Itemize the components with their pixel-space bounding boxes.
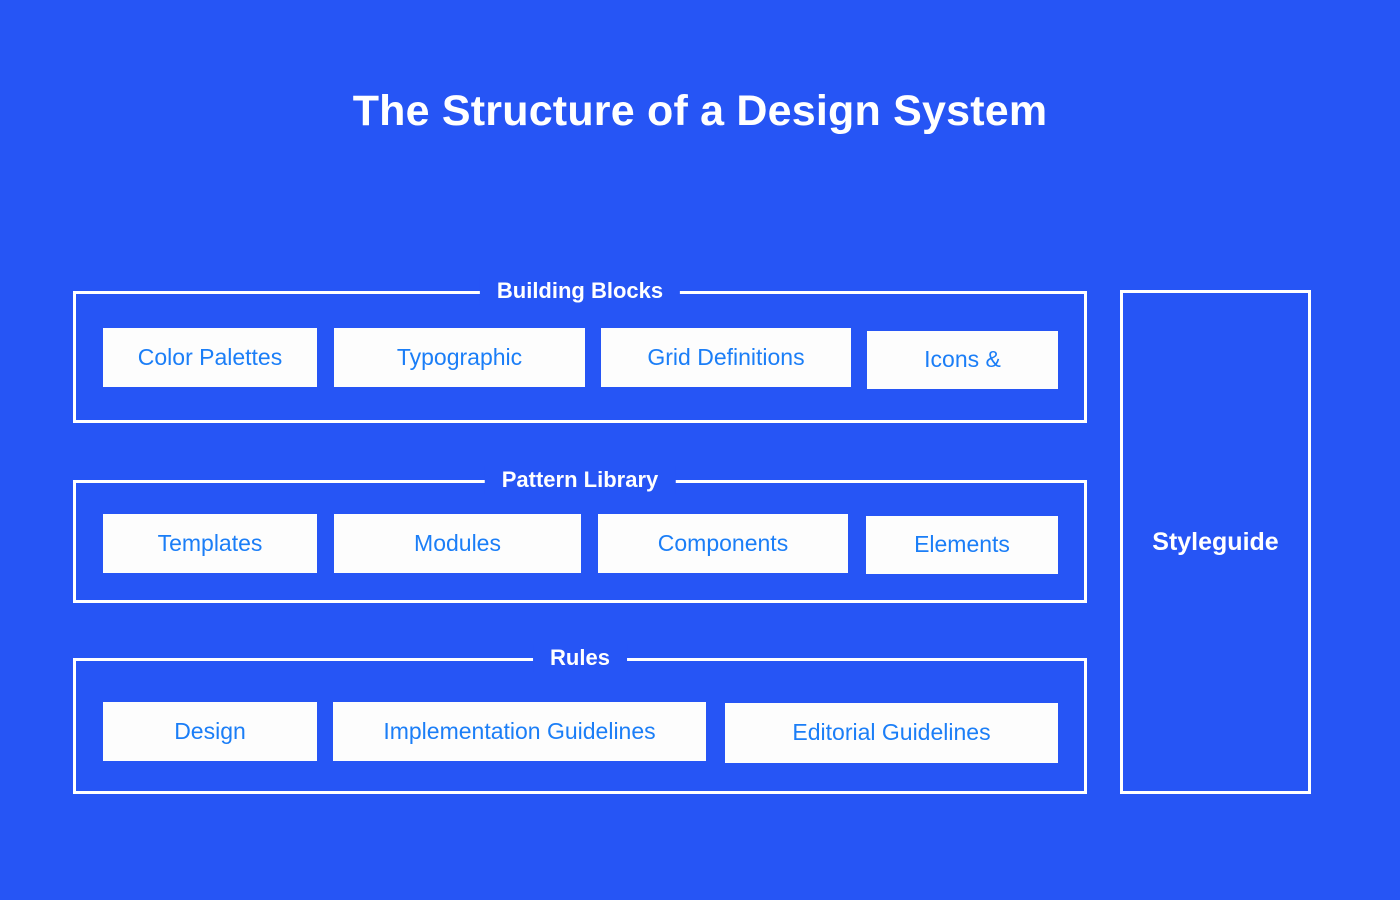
item-elements[interactable]: Elements bbox=[866, 516, 1058, 574]
item-components[interactable]: Components bbox=[598, 514, 848, 573]
group-pattern-library: Pattern Library Templates Modules Compon… bbox=[73, 466, 1087, 603]
group-rules: Rules Design Implementation Guidelines E… bbox=[73, 644, 1087, 794]
item-typographic[interactable]: Typographic bbox=[334, 328, 585, 387]
item-editorial-guidelines[interactable]: Editorial Guidelines bbox=[725, 703, 1058, 763]
group-legend-rules: Rules bbox=[533, 644, 627, 672]
item-icons[interactable]: Icons & bbox=[867, 331, 1058, 389]
item-modules[interactable]: Modules bbox=[334, 514, 581, 573]
item-grid-definitions[interactable]: Grid Definitions bbox=[601, 328, 851, 387]
item-design[interactable]: Design bbox=[103, 702, 317, 761]
group-legend-building-blocks: Building Blocks bbox=[479, 277, 681, 305]
design-system-diagram: Building Blocks Color Palettes Typograph… bbox=[0, 0, 1400, 900]
item-templates[interactable]: Templates bbox=[103, 514, 317, 573]
panel-styleguide[interactable]: Styleguide bbox=[1120, 290, 1311, 794]
item-implementation-guidelines[interactable]: Implementation Guidelines bbox=[333, 702, 706, 761]
group-building-blocks: Building Blocks Color Palettes Typograph… bbox=[73, 277, 1087, 423]
panel-styleguide-label: Styleguide bbox=[1152, 527, 1279, 556]
item-color-palettes[interactable]: Color Palettes bbox=[103, 328, 317, 387]
group-legend-pattern-library: Pattern Library bbox=[484, 466, 676, 494]
